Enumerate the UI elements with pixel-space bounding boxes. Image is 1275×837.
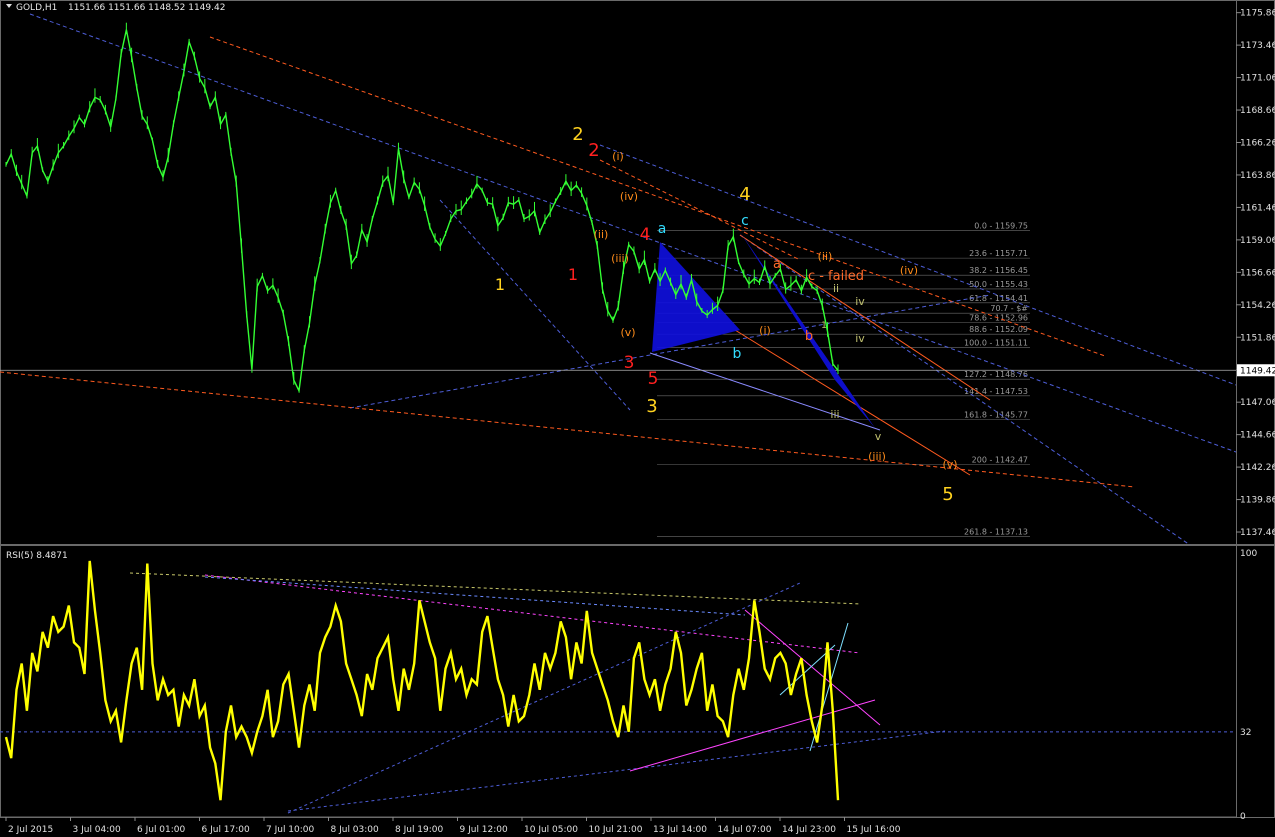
fib-level-label: 0.0 - 1159.75 (974, 222, 1028, 231)
current-price-label: 1149.42 (1240, 366, 1275, 376)
wave-label: 2 (572, 124, 583, 145)
wave-label: (i) (612, 150, 624, 163)
wave-label: iv (855, 332, 865, 345)
wave-label: (ii) (594, 228, 609, 241)
price-tick-label: 1137.46 (1240, 528, 1275, 538)
wave-label: a (658, 221, 667, 237)
time-tick-label: 14 Jul 07:00 (718, 825, 772, 835)
wave-label: 5 (942, 484, 953, 505)
wave-label: iv (855, 295, 865, 308)
wave-label: 1 (821, 321, 827, 331)
rsi-tick-label: 32 (1240, 728, 1251, 738)
rsi-tick-label: 100 (1240, 549, 1257, 559)
rsi-trend-line (129, 572, 861, 605)
wave-label: (v) (942, 458, 957, 471)
fib-level-label: 50.0 - 1155.43 (969, 280, 1028, 289)
fib-level-label: 38.2 - 1156.45 (969, 266, 1028, 275)
wave-label: (iv) (900, 264, 918, 277)
fib-level-label: 141.4 - 1147.53 (964, 387, 1028, 396)
wave-label: c (741, 213, 749, 229)
price-tick-label: 1168.66 (1240, 106, 1275, 116)
rsi-trend-line (287, 730, 946, 812)
wave-label: (iv) (620, 190, 638, 203)
time-tick-label: 10 Jul 05:00 (524, 825, 578, 835)
wave-label: 1 (568, 265, 578, 284)
fib-level-label: 200 - 1142.47 (972, 455, 1028, 464)
price-tick-label: 1151.86 (1240, 333, 1275, 343)
price-tick-label: 1139.86 (1240, 496, 1275, 506)
wave-label: 1 (495, 275, 505, 294)
time-tick-label: 15 Jul 16:00 (847, 825, 901, 835)
time-tick-label: 10 Jul 21:00 (589, 825, 643, 835)
trend-line-solid (734, 329, 971, 476)
price-tick-label: 1144.66 (1240, 431, 1275, 441)
rsi-panel: RSI(5) 8.4871 100 32 0 2 Jul 2015 3 Jul 04:00… (0, 545, 1275, 835)
rsi-tick-label: 0 (1240, 812, 1246, 822)
wave-label: iii (830, 408, 839, 421)
wave-label: a (773, 257, 781, 272)
wave-label: b (733, 346, 742, 362)
fib-level-label: 261.8 - 1137.13 (964, 527, 1028, 536)
rsi-frame (0, 545, 1275, 818)
chart-window: GOLD,H1 1151.66 1151.66 1148.52 1149.42 11… (0, 0, 1275, 837)
time-tick-label: 8 Jul 19:00 (395, 825, 444, 835)
price-tick-label: 1166.26 (1240, 138, 1275, 148)
wave-label: 5 (648, 369, 659, 389)
time-tick-label: 7 Jul 10:00 (266, 825, 315, 835)
trend-line (29, 13, 1237, 453)
trend-line (599, 159, 801, 261)
time-tick-label: 6 Jul 01:00 (137, 825, 186, 835)
wave-label: v (875, 430, 882, 443)
time-tick-label: 13 Jul 14:00 (653, 825, 707, 835)
symbol-label: GOLD,H1 (16, 3, 57, 13)
fib-level-label: 88.6 - 1152.09 (969, 325, 1028, 334)
wave-label: (ii) (818, 250, 833, 263)
price-tick-label: 1175.86 (1240, 9, 1275, 19)
time-tick-label: 8 Jul 03:00 (331, 825, 380, 835)
price-tick-label: 1147.06 (1240, 398, 1275, 408)
fib-level-label: 61.8 - 1154.41 (969, 294, 1028, 303)
time-tick-label: 3 Jul 04:00 (73, 825, 122, 835)
fib-level-label: 100.0 - 1151.11 (964, 338, 1028, 347)
fib-level-label: 127.2 - 1148.76 (964, 370, 1028, 379)
wave-label: (v) (620, 326, 635, 339)
time-tick-label: 6 Jul 17:00 (202, 825, 251, 835)
wave-label: b (805, 329, 813, 344)
wave-label: 3 (624, 353, 635, 373)
main-frame (0, 0, 1275, 545)
time-tick-label: 9 Jul 12:00 (460, 825, 509, 835)
time-tick-label: 2 Jul 2015 (8, 825, 53, 835)
rsi-header: RSI(5) 8.4871 (6, 551, 68, 561)
price-tick-label: 1173.46 (1240, 41, 1275, 51)
price-tick-label: 1161.46 (1240, 203, 1275, 213)
price-tick-label: 1156.66 (1240, 268, 1275, 278)
price-tick-label: 1171.06 (1240, 74, 1275, 84)
ohlc-readout: 1151.66 1151.66 1148.52 1149.42 (68, 3, 225, 13)
price-tick-label: 1163.86 (1240, 171, 1275, 181)
fib-level-label: 23.6 - 1157.71 (969, 249, 1028, 258)
fib-level-label: 70.7 - $# (990, 304, 1028, 313)
time-tick-label: 14 Jul 23:00 (782, 825, 836, 835)
rsi-trend-line (629, 699, 876, 772)
wave-label: 4 (640, 225, 651, 245)
price-tick-label: 1159.06 (1240, 236, 1275, 246)
price-tick-label: 1154.26 (1240, 301, 1275, 311)
wave-label: 3 (646, 396, 657, 417)
wave-label: 4 (739, 184, 750, 205)
wave-label: ii (833, 282, 839, 295)
rsi-series-line (4, 560, 840, 801)
price-tick-label: 1142.26 (1240, 463, 1275, 473)
wave-label: (iii) (868, 450, 886, 463)
wave-label: (i) (759, 324, 771, 337)
fib-level-label: 78.6 - 1152.96 (969, 313, 1028, 322)
wave-label: 2 (588, 140, 599, 161)
price-chart: GOLD,H1 1151.66 1151.66 1148.52 1149.4211… (0, 0, 1275, 545)
wave-label: (iii) (611, 252, 629, 265)
dropdown-icon (6, 4, 12, 8)
